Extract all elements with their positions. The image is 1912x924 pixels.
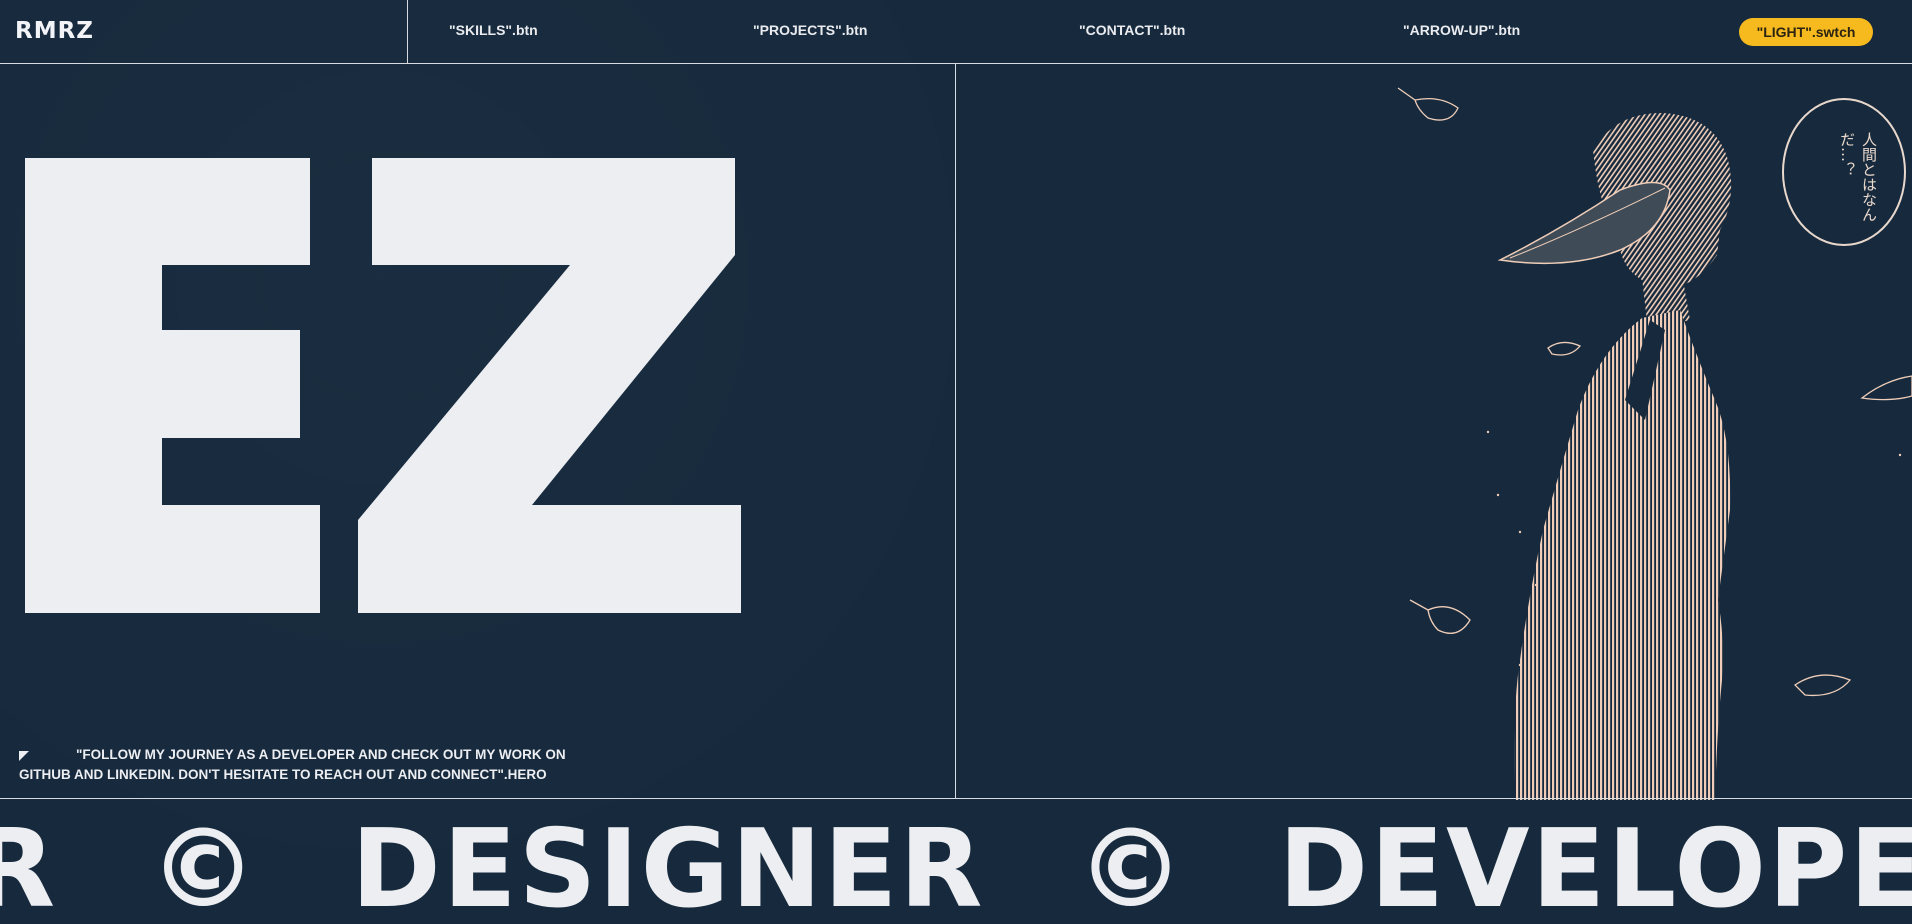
marquee-item: R xyxy=(0,807,58,924)
skills-button[interactable]: "SKILLS".btn xyxy=(449,22,538,38)
site-logo[interactable]: RMRZ xyxy=(15,18,94,44)
marquee-top-divider xyxy=(0,798,1912,799)
hero-letters-graphic xyxy=(25,158,741,613)
leaf-3-stem xyxy=(1409,599,1429,611)
leaf-3 xyxy=(1427,606,1471,634)
hero-vertical-divider xyxy=(955,64,956,799)
speech-bubble-text: 人間とはなんだ…？ xyxy=(1838,132,1878,222)
arrow-up-button[interactable]: "ARROW-UP".btn xyxy=(1403,22,1520,38)
copyright-icon: © xyxy=(149,807,260,924)
copyright-icon: © xyxy=(1076,807,1187,924)
hero-big-letters xyxy=(0,80,955,680)
contact-button[interactable]: "CONTACT".btn xyxy=(1079,22,1185,38)
light-theme-switch[interactable]: "LIGHT".swtch xyxy=(1739,18,1873,46)
header-divider xyxy=(407,0,408,64)
portfolio-page: RMRZ "SKILLS".btn "PROJECTS".btn "CONTAC… xyxy=(0,0,1912,924)
letter-e-shape xyxy=(25,158,320,613)
projects-button[interactable]: "PROJECTS".btn xyxy=(753,22,867,38)
speech-bubble: 人間とはなんだ…？ xyxy=(1782,98,1906,246)
leaf-1 xyxy=(1414,97,1459,121)
marquee-item: DEVELOPER xyxy=(1278,807,1912,924)
top-nav-bar: RMRZ "SKILLS".btn "PROJECTS".btn "CONTAC… xyxy=(0,0,1912,64)
hero-tagline: "FOLLOW MY JOURNEY AS A DEVELOPER AND CH… xyxy=(19,745,579,785)
skills-marquee: R © DESIGNER © DEVELOPER xyxy=(0,810,1912,924)
leaf-1-stem xyxy=(1397,87,1416,101)
hero-tagline-text: "FOLLOW MY JOURNEY AS A DEVELOPER AND CH… xyxy=(19,747,566,782)
letter-z-shape xyxy=(358,158,741,613)
leaf-5 xyxy=(1860,375,1912,401)
coat-shape xyxy=(1514,310,1731,800)
marquee-item: DESIGNER xyxy=(351,807,985,924)
leaf-2 xyxy=(1547,341,1582,356)
leaf-4 xyxy=(1793,674,1852,697)
